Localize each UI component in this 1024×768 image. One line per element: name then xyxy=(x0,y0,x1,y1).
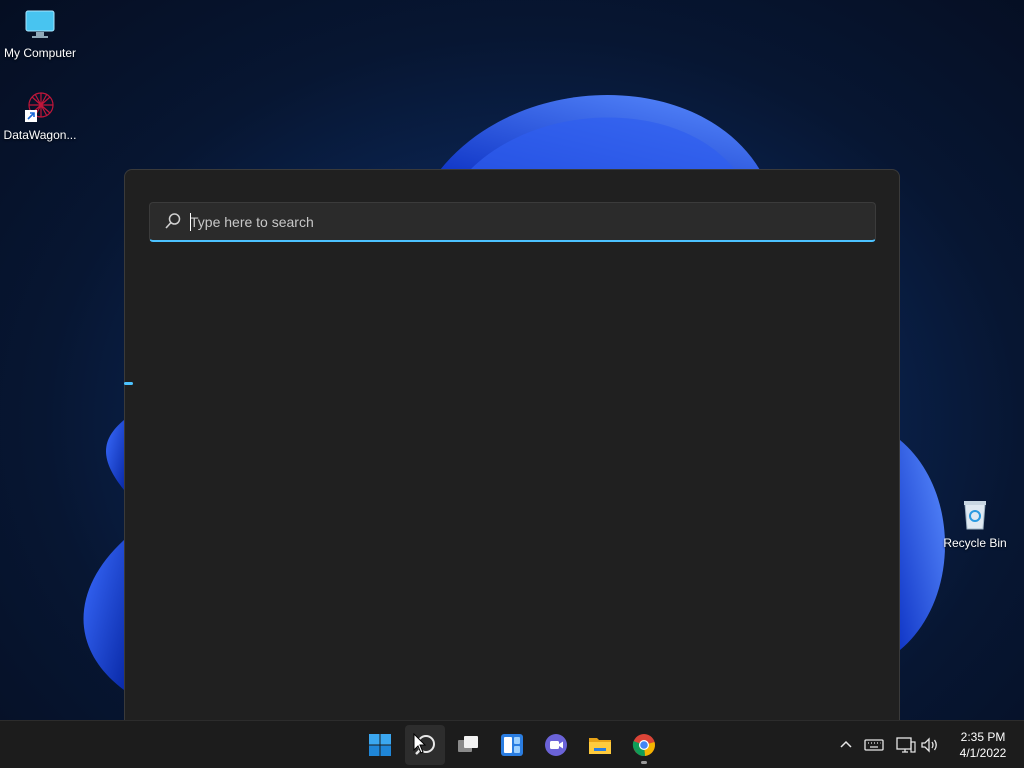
search-icon xyxy=(164,212,182,230)
teams-chat-icon xyxy=(545,734,567,756)
chevron-up-icon[interactable] xyxy=(834,733,858,757)
volume-icon[interactable] xyxy=(918,733,942,757)
task-view-icon xyxy=(458,736,478,752)
chrome-button[interactable] xyxy=(624,725,664,765)
widgets-button[interactable] xyxy=(492,725,532,765)
task-view-button[interactable] xyxy=(448,725,488,765)
desktop-icon-recycle-bin[interactable]: Recycle Bin xyxy=(935,498,1015,550)
accent-marker xyxy=(124,382,133,385)
desktop-icon-datawagon[interactable]: DataWagon... xyxy=(0,90,80,142)
search-box[interactable] xyxy=(149,202,876,242)
monitor-icon xyxy=(23,8,57,42)
clock-date: 4/1/2022 xyxy=(959,746,1007,760)
desktop-icon-label: Recycle Bin xyxy=(943,536,1007,550)
desktop-icon-label: DataWagon... xyxy=(3,128,77,142)
chrome-icon xyxy=(632,734,655,757)
file-explorer-button[interactable] xyxy=(580,725,620,765)
recycle-bin-icon xyxy=(958,498,992,532)
search-input[interactable] xyxy=(190,209,860,235)
running-indicator xyxy=(641,761,647,764)
clock-time: 2:35 PM xyxy=(960,730,1006,744)
desktop-icon-label: My Computer xyxy=(3,46,77,60)
chat-button[interactable] xyxy=(536,725,576,765)
taskbar-clock[interactable]: 2:35 PM 4/1/2022 xyxy=(948,729,1018,761)
keyboard-icon[interactable] xyxy=(862,733,886,757)
widgets-icon xyxy=(501,734,523,756)
start-button[interactable] xyxy=(360,725,400,765)
desktop-icon-my-computer[interactable]: My Computer xyxy=(0,8,80,60)
taskbar: 2:35 PM 4/1/2022 xyxy=(0,720,1024,768)
text-caret xyxy=(190,213,191,231)
folder-icon xyxy=(589,738,611,754)
search-flyout xyxy=(124,169,900,729)
mouse-cursor-icon xyxy=(413,733,427,754)
datawagon-logo-icon xyxy=(23,90,57,124)
network-icon[interactable] xyxy=(894,733,918,757)
windows-start-icon xyxy=(369,734,391,756)
